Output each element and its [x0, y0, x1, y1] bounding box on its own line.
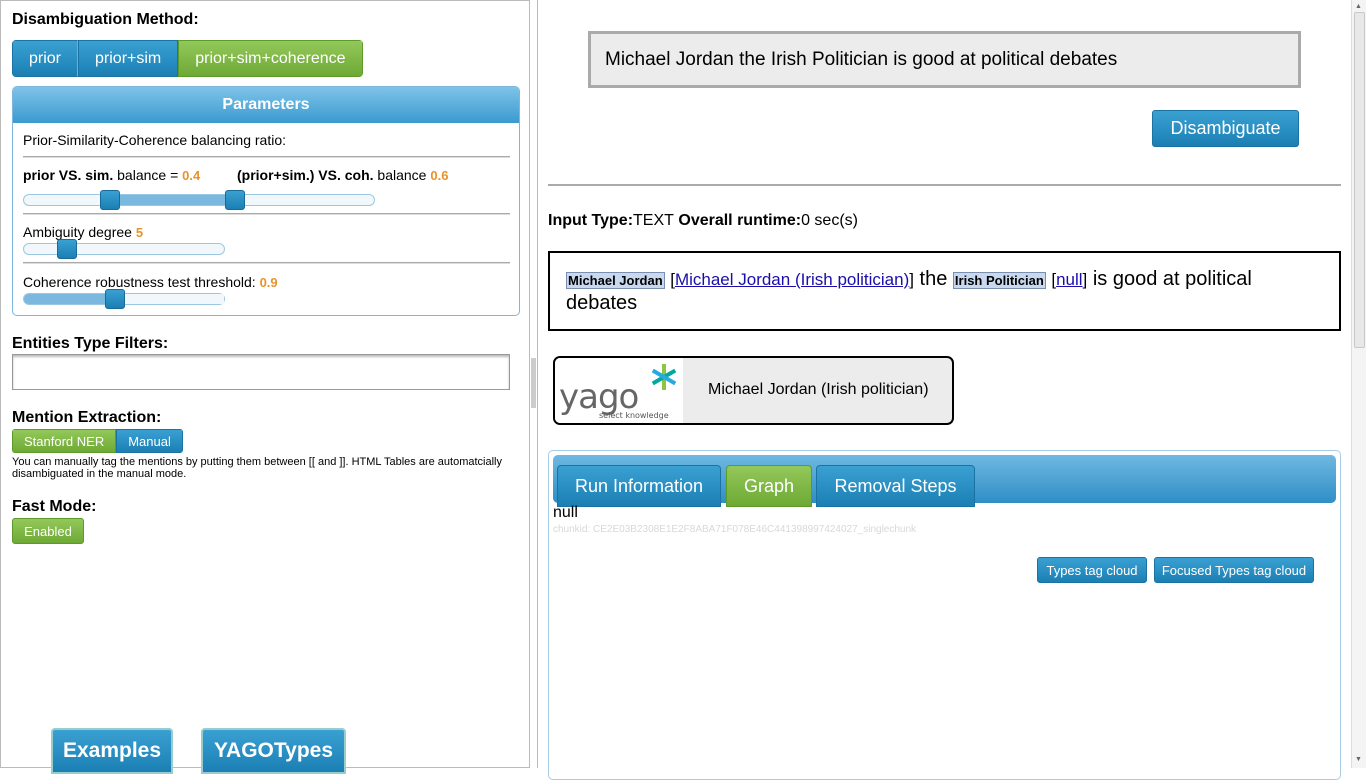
- balance-slider[interactable]: [23, 190, 375, 210]
- yago-tagline: select knowledge: [599, 411, 669, 420]
- examples-button[interactable]: Examples: [51, 728, 173, 774]
- tab-run-information[interactable]: Run Information: [557, 465, 721, 507]
- manual-button[interactable]: Manual: [116, 429, 183, 453]
- focused-types-tag-cloud-button[interactable]: Focused Types tag cloud: [1154, 557, 1314, 583]
- mention-tag[interactable]: Michael Jordan: [566, 272, 665, 289]
- scrollbar-thumb[interactable]: [1354, 12, 1365, 348]
- divider: [23, 156, 510, 158]
- run-summary: Input Type:TEXT Overall runtime:0 sec(s): [548, 212, 858, 230]
- input-text-box[interactable]: Michael Jordan the Irish Politician is g…: [588, 31, 1301, 88]
- right-panel: Michael Jordan the Irish Politician is g…: [537, 0, 1351, 780]
- coh-rest: balance: [373, 167, 431, 183]
- yago-logo: yago select knowledge: [555, 358, 683, 423]
- result-text: the: [914, 268, 953, 290]
- ambiguity-slider-handle[interactable]: [57, 239, 77, 259]
- entity-link[interactable]: Michael Jordan (Irish politician): [675, 270, 909, 289]
- balance-slider-range: [110, 195, 236, 205]
- divider: [23, 262, 510, 264]
- divider: [23, 213, 510, 215]
- coherence-threshold-label: Coherence robustness test threshold: 0.9: [23, 274, 278, 290]
- ambiguity-value: 5: [135, 225, 144, 240]
- fast-mode-toggle[interactable]: Enabled: [12, 518, 84, 544]
- runtime-value: 0 sec(s): [801, 212, 858, 229]
- stanford-ner-button[interactable]: Stanford NER: [12, 429, 117, 453]
- ambiguity-text: Ambiguity degree: [23, 224, 136, 240]
- tab-graph[interactable]: Graph: [726, 465, 812, 507]
- vertical-scrollbar[interactable]: ▲ ▼: [1351, 0, 1366, 768]
- entity-card[interactable]: yago select knowledge Michael Jordan (Ir…: [553, 356, 954, 425]
- filters-title: Entities Type Filters:: [12, 335, 169, 352]
- entity-card-name: Michael Jordan (Irish politician): [708, 381, 929, 398]
- method-prior-sim-button[interactable]: prior+sim: [78, 40, 179, 77]
- tabs-bar: Run Information Graph Removal Steps: [553, 455, 1336, 507]
- coherence-threshold-text: Coherence robustness test threshold:: [23, 274, 260, 290]
- mention-title: Mention Extraction:: [12, 409, 162, 426]
- yagotypes-button[interactable]: YAGOTypes: [201, 728, 346, 774]
- yago-logo-icon: yago select knowledge: [559, 364, 677, 420]
- coherence-threshold-slider-handle[interactable]: [105, 289, 125, 309]
- fast-mode-title: Fast Mode:: [12, 498, 97, 515]
- coherence-slider-handle[interactable]: [225, 190, 245, 210]
- graph-output: null: [553, 504, 578, 521]
- disambiguate-button[interactable]: Disambiguate: [1152, 110, 1299, 147]
- ambiguity-label: Ambiguity degree 5: [23, 224, 143, 240]
- coherence-threshold-value: 0.9: [259, 275, 278, 290]
- parameters-panel: Parameters Prior-Similarity-Coherence ba…: [12, 86, 520, 316]
- prior-sim-label: prior VS. sim. balance = 0.4: [23, 167, 200, 183]
- tab-removal-steps[interactable]: Removal Steps: [816, 465, 975, 507]
- results-tabs-panel: Run Information Graph Removal Steps null…: [548, 450, 1341, 780]
- method-title: Disambiguation Method:: [12, 11, 199, 28]
- mention-tag[interactable]: Irish Politician: [952, 272, 1046, 289]
- method-prior-button[interactable]: prior: [12, 40, 79, 77]
- coherence-threshold-remaining: [124, 294, 224, 304]
- method-selector: prior prior+sim prior+sim+coherence: [12, 40, 363, 77]
- splitter-handle[interactable]: [531, 358, 536, 408]
- coh-value: 0.6: [430, 168, 449, 183]
- balancing-label: Prior-Similarity-Coherence balancing rat…: [23, 132, 286, 148]
- divider: [548, 184, 1341, 186]
- scroll-down-icon[interactable]: ▼: [1355, 756, 1362, 763]
- coh-bold: (prior+sim.) VS. coh.: [237, 167, 374, 183]
- mention-note: You can manually tag the mentions by put…: [12, 456, 502, 480]
- prior-sim-bold: prior VS. sim.: [23, 167, 114, 183]
- left-panel: Disambiguation Method: prior prior+sim p…: [0, 0, 530, 774]
- runtime-label: Overall runtime:: [673, 212, 802, 229]
- coherence-balance-label: (prior+sim.) VS. coh. balance 0.6: [237, 167, 448, 183]
- annotated-result: Michael Jordan [Michael Jordan (Irish po…: [548, 251, 1341, 331]
- ambiguity-slider[interactable]: [23, 239, 225, 259]
- prior-sim-slider-handle[interactable]: [100, 190, 120, 210]
- types-tag-cloud-button[interactable]: Types tag cloud: [1037, 557, 1147, 583]
- coherence-threshold-slider[interactable]: [23, 289, 225, 309]
- parameters-header: Parameters: [13, 87, 519, 123]
- entity-type-filter-input[interactable]: [12, 354, 510, 390]
- method-prior-sim-coherence-button[interactable]: prior+sim+coherence: [178, 40, 363, 77]
- scroll-up-icon[interactable]: ▲: [1355, 3, 1362, 10]
- input-type-label: Input Type:: [548, 212, 634, 229]
- prior-sim-value: 0.4: [182, 168, 201, 183]
- prior-sim-rest: balance =: [113, 167, 183, 183]
- chunk-id: chunkid: CE2E03B2308E1E2F8ABA71F078E46C4…: [553, 524, 917, 535]
- entity-link[interactable]: null: [1056, 270, 1082, 289]
- mention-extraction-selector: Stanford NER Manual: [12, 429, 183, 453]
- input-type-value: TEXT: [633, 212, 674, 229]
